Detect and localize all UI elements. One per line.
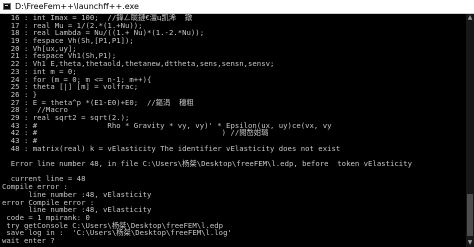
window-titlebar[interactable]: D:\FreeFem++\launchff++.exe xyxy=(0,0,474,14)
console-line: 27 : E = theta^p *(E1-E0)+E0; //鏂涓 穗粗 xyxy=(2,97,194,107)
console-line: 48 : matrix(real) k = vElasticity The id… xyxy=(2,143,341,153)
vertical-scrollbar[interactable]: ▲ ▼ xyxy=(466,14,474,247)
window-title: D:\FreeFem++\launchff++.exe xyxy=(15,2,139,11)
console-app-icon xyxy=(3,3,11,10)
console-line: Error line number 48, in file C:\Users\杨… xyxy=(2,159,412,169)
console-line: current line = 48 xyxy=(2,174,86,184)
console-output[interactable]: 16 : int Imax = 100; //鍏ㄥ眬鏈€澶ц凯浠 鐓 17 : … xyxy=(0,14,466,247)
console-line: wait enter ? xyxy=(2,235,55,245)
console-line: save log in : 'C:\Users\杨桀\Desktop\freeF… xyxy=(2,228,232,238)
scroll-down-icon[interactable]: ▼ xyxy=(466,239,474,247)
console-line: 42 : # ) //閲嶅姏璐 xyxy=(2,128,269,138)
console-line: 25 : theta [|] [m] = volfrac; xyxy=(2,82,139,92)
scrollbar-thumb[interactable] xyxy=(467,194,473,236)
scroll-up-icon[interactable]: ▲ xyxy=(466,14,474,22)
